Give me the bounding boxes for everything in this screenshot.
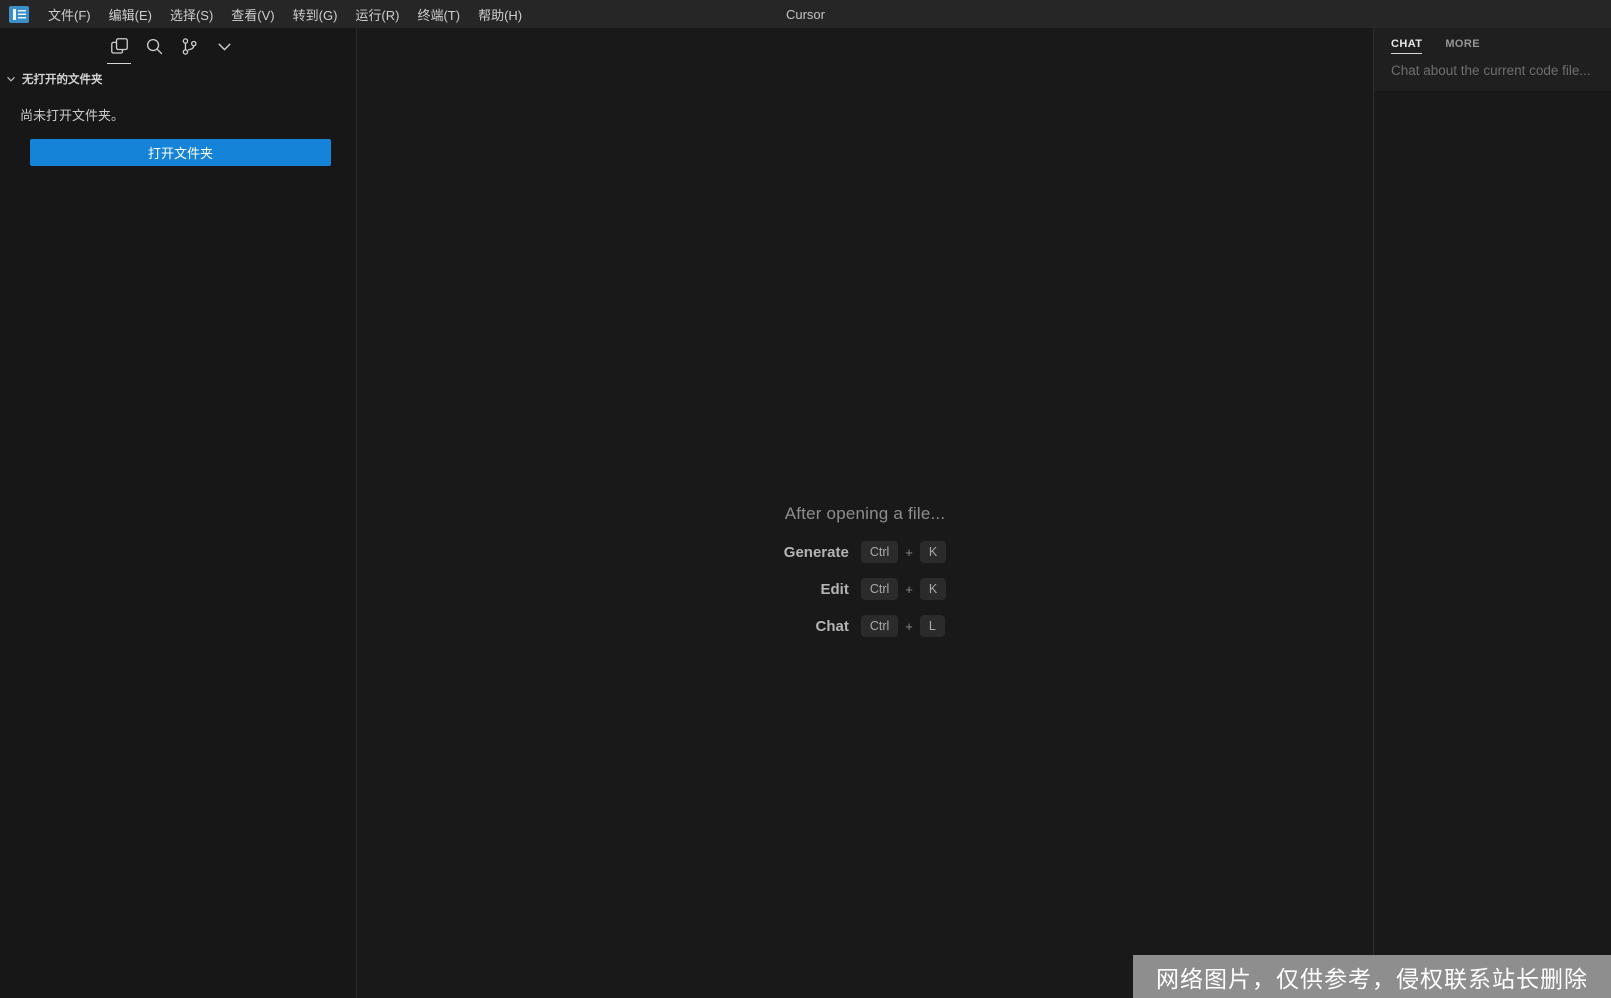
search-icon[interactable] [141, 32, 167, 62]
key-l: L [919, 615, 945, 637]
menu-file[interactable]: 文件(F) [39, 0, 100, 28]
key-k: K [919, 541, 947, 563]
source-control-icon[interactable] [176, 32, 202, 62]
app-logo-icon [9, 5, 29, 23]
cursor-window: 文件(F) 编辑(E) 选择(S) 查看(V) 转到(G) 运行(R) 终端(T… [0, 0, 1611, 998]
editor-area: After opening a file... Generate Ctrl + … [357, 28, 1373, 998]
section-header-label: 无打开的文件夹 [22, 74, 103, 86]
chat-input[interactable]: Chat about the current code file... [1374, 56, 1611, 78]
menu-view[interactable]: 查看(V) [222, 0, 283, 28]
shortcut-chat-keys: Ctrl + L [860, 615, 946, 637]
chat-panel: CHAT MORE Chat about the current code fi… [1373, 28, 1611, 998]
plus-sign: + [905, 544, 913, 560]
shortcut-edit-keys: Ctrl + K [860, 578, 947, 600]
titlebar: 文件(F) 编辑(E) 选择(S) 查看(V) 转到(G) 运行(R) 终端(T… [0, 0, 1611, 28]
sidebar-toolbar [0, 28, 356, 65]
plus-sign: + [905, 581, 913, 597]
menu-edit[interactable]: 编辑(E) [100, 0, 161, 28]
key-ctrl: Ctrl [860, 615, 899, 637]
shortcut-generate-keys: Ctrl + K [860, 541, 947, 563]
key-ctrl: Ctrl [860, 578, 899, 600]
menubar: 文件(F) 编辑(E) 选择(S) 查看(V) 转到(G) 运行(R) 终端(T… [39, 0, 531, 28]
editor-placeholder: After opening a file... Generate Ctrl + … [783, 504, 947, 637]
chat-panel-header: CHAT MORE Chat about the current code fi… [1374, 28, 1611, 91]
no-folder-message: 尚未打开文件夹。 [20, 108, 125, 123]
menu-terminal[interactable]: 终端(T) [408, 0, 469, 28]
main-content: 无打开的文件夹 尚未打开文件夹。 打开文件夹 After opening a f… [0, 28, 1611, 998]
explorer-icon[interactable] [106, 32, 132, 64]
tab-more[interactable]: MORE [1445, 38, 1480, 56]
after-opening-heading: After opening a file... [784, 504, 946, 523]
plus-sign: + [905, 618, 913, 634]
shortcut-list: Generate Ctrl + K Edit Ctrl + K Chat Ctr… [783, 541, 947, 637]
menu-run[interactable]: 运行(R) [346, 0, 408, 28]
section-no-folder-opened[interactable]: 无打开的文件夹 [0, 65, 356, 91]
chevron-down-icon[interactable] [211, 32, 237, 62]
key-ctrl: Ctrl [860, 541, 899, 563]
menu-selection[interactable]: 选择(S) [161, 0, 222, 28]
tab-chat[interactable]: CHAT [1391, 38, 1423, 56]
sidebar: 无打开的文件夹 尚未打开文件夹。 打开文件夹 [0, 28, 357, 998]
shortcut-chat-label: Chat [815, 617, 849, 635]
menu-help[interactable]: 帮助(H) [469, 0, 531, 28]
key-k: K [919, 578, 947, 600]
shortcut-generate-label: Generate [783, 543, 849, 561]
chat-tabs: CHAT MORE [1374, 38, 1611, 56]
section-chevron-down-icon [7, 76, 15, 82]
watermark-banner: 网络图片，仅供参考，侵权联系站长删除 [1133, 955, 1611, 998]
open-folder-button[interactable]: 打开文件夹 [30, 139, 331, 166]
shortcut-edit-label: Edit [820, 580, 849, 598]
menu-goto[interactable]: 转到(G) [284, 0, 347, 28]
